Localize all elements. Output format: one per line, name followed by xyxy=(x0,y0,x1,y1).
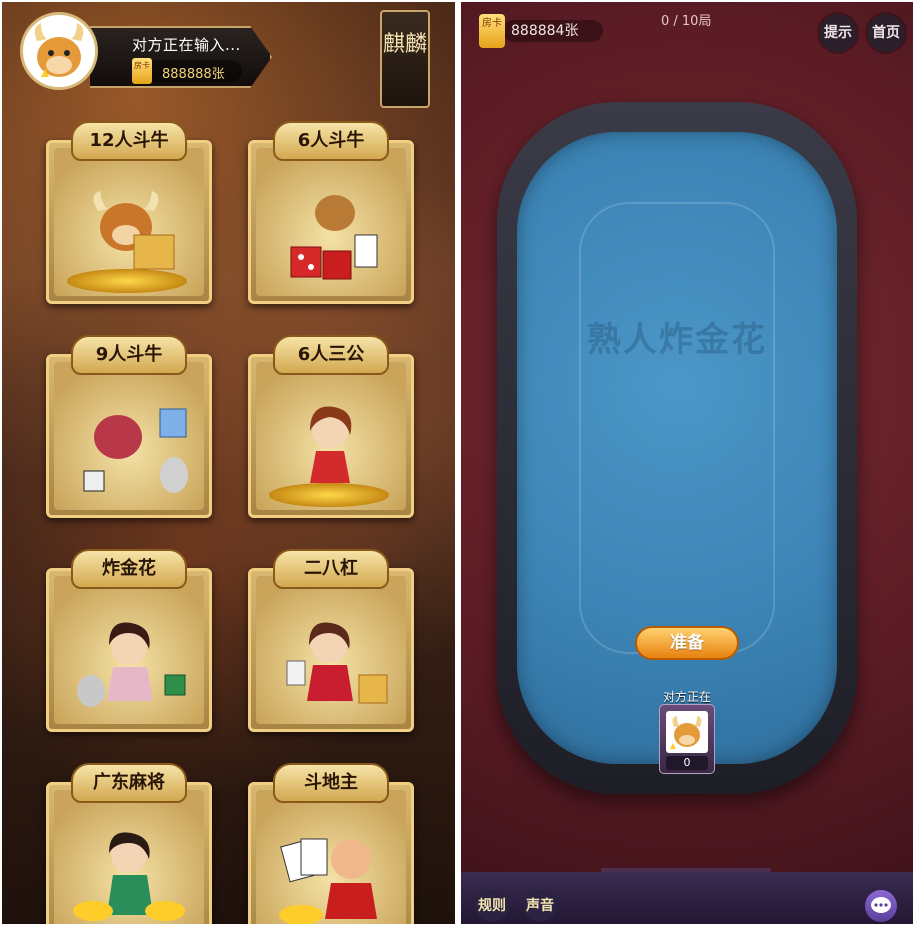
room-card-count: 888888张 xyxy=(162,67,225,82)
player-seat[interactable]: 对方正在 0 xyxy=(659,688,715,774)
room-card-balance: 888884张 房卡 xyxy=(479,14,605,48)
lady-with-gold-icon xyxy=(49,805,209,924)
seat-avatar xyxy=(666,711,708,753)
table-watermark: 熟人炸金花 xyxy=(587,320,767,360)
game-card-er-ba-gang[interactable]: 二八杠 xyxy=(248,549,414,732)
game-card-6-bull[interactable]: 6人斗牛 xyxy=(248,121,414,304)
rules-button[interactable]: 规则 xyxy=(475,890,509,922)
room-card-balance: 房卡 888888张 xyxy=(132,58,242,84)
bull-with-dice-icon xyxy=(251,163,411,301)
red-bull-mascot-icon xyxy=(49,377,209,515)
round-counter: 0 / 10局 xyxy=(661,14,712,29)
room-card-icon: 房卡 xyxy=(479,14,505,48)
seat-score: 0 xyxy=(666,756,708,770)
gold-coins-icon xyxy=(67,269,187,293)
bull-avatar-icon xyxy=(34,23,84,77)
gold-coins-icon xyxy=(269,483,389,507)
game-card-6-sangong[interactable]: 6人三公 xyxy=(248,335,414,518)
profile-status-text: 对方正在输入... xyxy=(132,36,241,54)
game-card-dou-di-zhu[interactable]: 斗地主 xyxy=(248,763,414,924)
chat-bubble-icon xyxy=(871,897,891,913)
game-title: 二八杠 xyxy=(273,549,389,589)
game-title: 6人三公 xyxy=(273,335,389,375)
table-inner-border xyxy=(579,202,775,654)
game-title: 6人斗牛 xyxy=(273,121,389,161)
avatar[interactable] xyxy=(20,12,98,90)
bull-avatar-icon xyxy=(670,716,702,749)
lady-with-mahjong-icon xyxy=(251,591,411,729)
game-card-zha-jin-hua[interactable]: 炸金花 xyxy=(46,549,212,732)
game-lobby-panel: 对方正在输入... 房卡 888888张 麒麟 12人斗牛 6人斗牛 9人斗牛 … xyxy=(2,2,455,924)
seat-card: 0 xyxy=(659,704,715,774)
game-title: 12人斗牛 xyxy=(71,121,187,161)
chat-button[interactable] xyxy=(865,890,897,922)
landlord-with-cards-icon xyxy=(251,805,411,924)
game-card-12-bull[interactable]: 12人斗牛 xyxy=(46,121,212,304)
game-title: 广东麻将 xyxy=(71,763,187,803)
game-card-9-bull[interactable]: 9人斗牛 xyxy=(46,335,212,518)
sound-button[interactable]: 声音 xyxy=(523,890,557,922)
game-table-panel: 888884张 房卡 0 / 10局 提示 首页 熟人炸金花 准备 对方正在 0 xyxy=(461,2,913,924)
seat-player-name: 对方正在 xyxy=(662,690,711,704)
qilin-badge[interactable]: 麒麟 xyxy=(380,10,430,108)
ready-button[interactable]: 准备 xyxy=(635,626,739,660)
profile-bar: 对方正在输入... 房卡 888888张 xyxy=(20,12,288,90)
game-card-guangdong-mahjong[interactable]: 广东麻将 xyxy=(46,763,212,924)
game-title: 斗地主 xyxy=(273,763,389,803)
table-felt: 熟人炸金花 xyxy=(517,132,837,764)
room-card-icon: 房卡 xyxy=(132,58,152,84)
game-title: 9人斗牛 xyxy=(71,335,187,375)
hint-button[interactable]: 提示 xyxy=(819,14,857,52)
lady-with-chips-icon xyxy=(49,591,209,729)
game-title: 炸金花 xyxy=(71,549,187,589)
room-card-count: 888884张 xyxy=(503,20,603,42)
home-button[interactable]: 首页 xyxy=(867,14,905,52)
